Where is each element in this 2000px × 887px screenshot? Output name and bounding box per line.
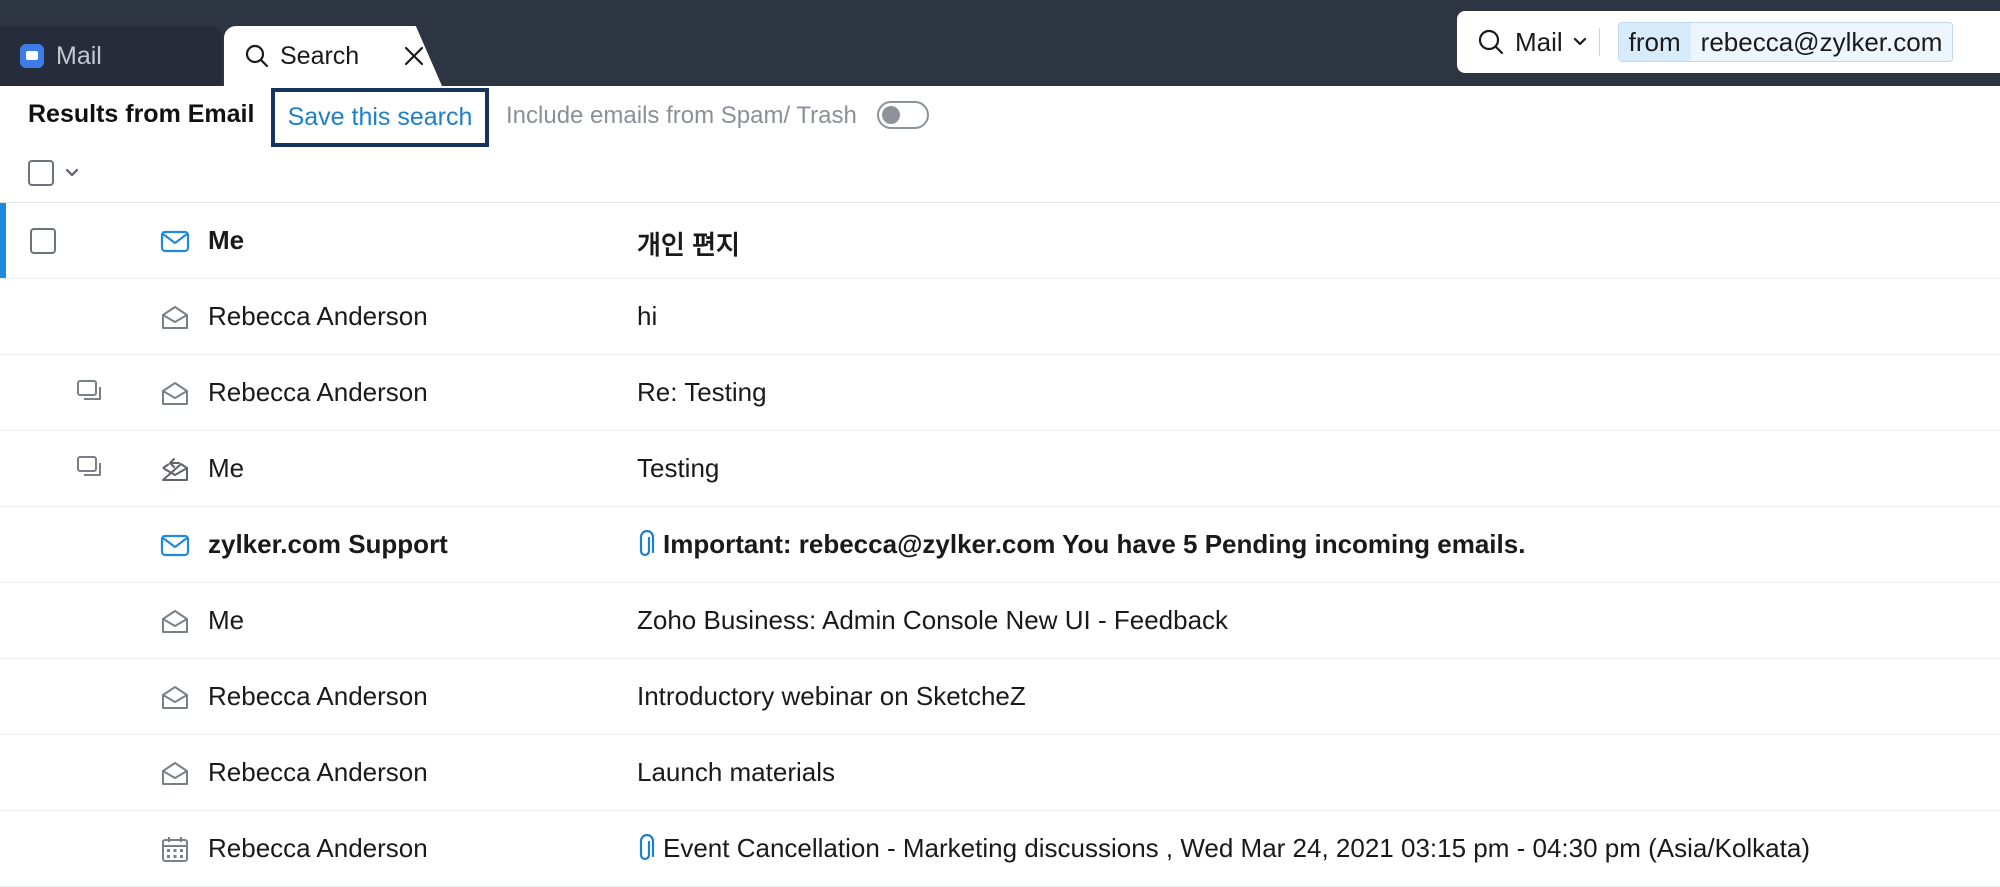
search-scope-dropdown[interactable]: Mail: [1457, 11, 1587, 73]
email-subject: Testing: [637, 453, 720, 483]
email-sender: zylker.com Support: [208, 529, 448, 559]
email-row[interactable]: zylker.com Support Important: rebecca@zyl…: [0, 507, 2000, 583]
tab-mail[interactable]: Mail: [0, 26, 222, 86]
search-icon: [1478, 29, 1504, 55]
save-search-button[interactable]: Save this search: [271, 88, 489, 147]
email-row[interactable]: Rebecca Anderson Event Cancellation - Mar…: [0, 811, 2000, 887]
email-sender: Rebecca Anderson: [208, 377, 428, 407]
email-subject-cell: Launch materials: [637, 757, 835, 788]
conversation-icon[interactable]: [76, 455, 104, 481]
results-title: Results from Email: [28, 100, 255, 128]
select-all-checkbox[interactable]: [28, 160, 54, 186]
email-sender: Rebecca Anderson: [208, 757, 428, 787]
tab-mail-label: Mail: [56, 41, 102, 70]
email-sender: Me: [208, 605, 245, 635]
attachment-icon: [637, 529, 655, 560]
calendar-icon[interactable]: [160, 835, 190, 863]
email-subject: Launch materials: [637, 757, 835, 787]
email-subject: Zoho Business: Admin Console New UI - Fe…: [637, 605, 1229, 635]
email-sender: Me: [208, 225, 245, 255]
include-spam-toggle[interactable]: [877, 101, 929, 129]
email-subject-cell: Testing: [637, 453, 719, 484]
envelope-open-icon[interactable]: [160, 759, 190, 787]
envelope-open-icon[interactable]: [160, 683, 190, 711]
email-sender: Me: [208, 453, 245, 483]
divider: [1598, 28, 1600, 56]
envelope-replied-icon[interactable]: [160, 455, 190, 483]
search-scope-label: Mail: [1515, 26, 1563, 57]
email-sender: Rebecca Anderson: [208, 833, 428, 863]
email-row[interactable]: Me 개인 편지: [0, 203, 2000, 279]
email-subject-cell: Re: Testing: [637, 377, 767, 408]
email-row[interactable]: Rebecca Anderson Introductory webinar on …: [0, 659, 2000, 735]
filter-value[interactable]: rebecca@zylker.com: [1690, 23, 1953, 61]
conversation-icon[interactable]: [76, 379, 104, 405]
include-spam-label: Include emails from Spam/ Trash: [506, 102, 857, 129]
email-sender: Rebecca Anderson: [208, 681, 428, 711]
email-row[interactable]: Me Zoho Business: Admin Console New UI - …: [0, 583, 2000, 659]
row-checkbox[interactable]: [30, 228, 56, 254]
email-subject-cell: Important: rebecca@zylker.com You have 5…: [637, 529, 1525, 560]
email-row[interactable]: Rebecca Anderson Launch materials: [0, 735, 2000, 811]
search-filter-chip[interactable]: from rebecca@zylker.com: [1617, 22, 1954, 62]
search-bar[interactable]: Mail from rebecca@zylker.com: [1457, 11, 2000, 73]
envelope-open-icon[interactable]: [160, 303, 190, 331]
envelope-unread-icon[interactable]: [160, 227, 190, 255]
email-sender: Rebecca Anderson: [208, 301, 428, 331]
envelope-open-icon[interactable]: [160, 379, 190, 407]
email-subject: hi: [637, 301, 658, 331]
email-subject: Important: rebecca@zylker.com You have 5…: [663, 529, 1526, 559]
email-row[interactable]: Rebecca Anderson Re: Testing: [0, 355, 2000, 431]
envelope-unread-icon[interactable]: [160, 531, 190, 559]
attachment-icon: [637, 833, 655, 864]
email-subject: Introductory webinar on SketcheZ: [637, 681, 1026, 711]
top-bar: Mail Search Mail from rebecca@zylker.com: [0, 0, 2000, 86]
email-subject-cell: Zoho Business: Admin Console New UI - Fe…: [637, 605, 1228, 636]
email-subject: Event Cancellation - Marketing discussio…: [663, 833, 1810, 863]
mail-app-icon: [20, 44, 44, 68]
search-icon: [245, 44, 269, 68]
tab-search[interactable]: Search: [224, 26, 442, 86]
chevron-down-icon: [1573, 37, 1586, 46]
envelope-open-icon[interactable]: [160, 607, 190, 635]
close-icon[interactable]: [402, 44, 426, 68]
tab-search-label: Search: [280, 41, 360, 70]
email-subject: 개인 편지: [637, 230, 740, 260]
filter-key: from: [1618, 23, 1691, 61]
email-subject: Re: Testing: [637, 377, 767, 407]
email-subject-cell: 개인 편지: [637, 225, 740, 262]
email-row[interactable]: Me Testing: [0, 431, 2000, 507]
toggle-knob: [882, 106, 900, 124]
email-subject-cell: hi: [637, 301, 657, 332]
email-subject-cell: Event Cancellation - Marketing discussio…: [637, 833, 1810, 864]
email-row[interactable]: Rebecca Anderson hi: [0, 279, 2000, 355]
email-subject-cell: Introductory webinar on SketcheZ: [637, 681, 1026, 712]
email-list: Me 개인 편지 Rebecca Anderson hi Rebecca Anderso…: [0, 203, 2000, 887]
chevron-down-icon[interactable]: [64, 166, 80, 180]
